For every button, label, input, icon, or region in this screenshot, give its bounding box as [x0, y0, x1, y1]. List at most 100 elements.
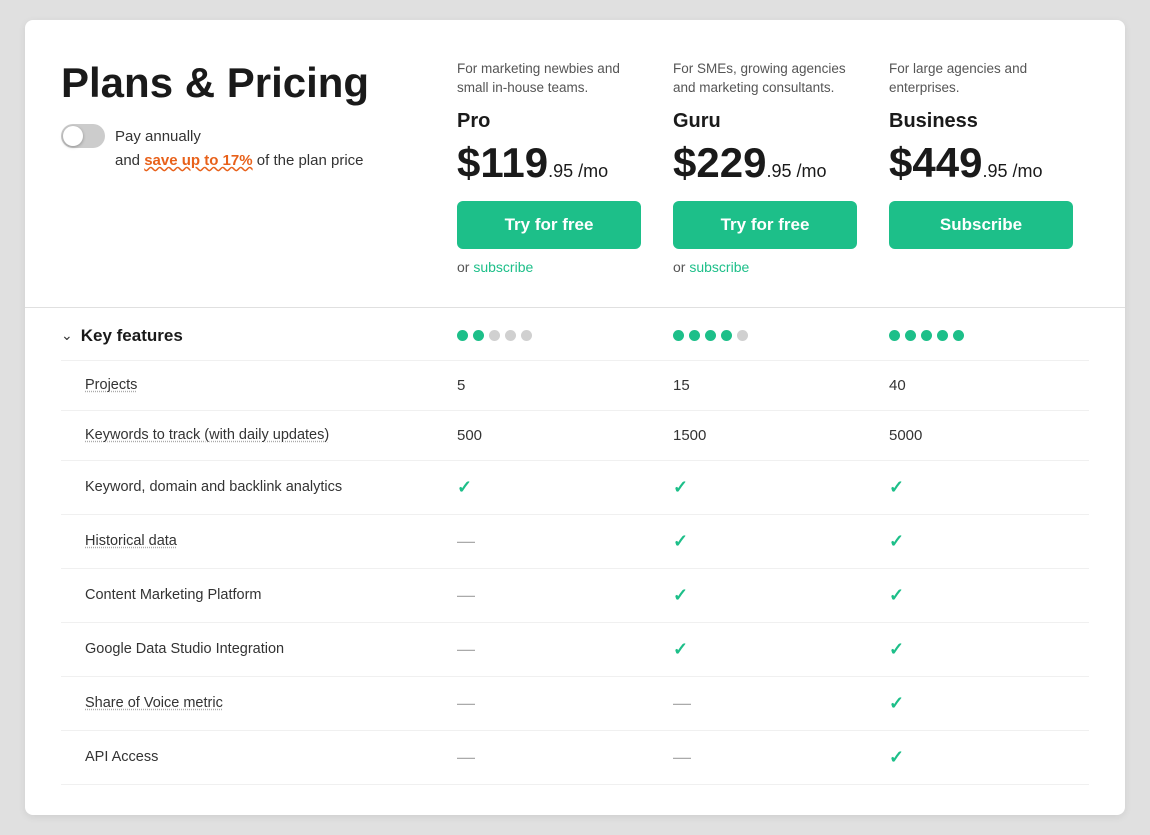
pro-name: Pro [457, 110, 641, 133]
filled-dot [705, 330, 716, 341]
business-price: $449.95 /mo [889, 139, 1073, 187]
toggle-knob [63, 126, 83, 146]
feature-val-pro: — [441, 693, 657, 714]
dash-icon: — [673, 747, 691, 767]
filled-dot [921, 330, 932, 341]
section-left: ⌄ Key features [61, 326, 441, 346]
feature-row: Content Marketing Platform—✓✓ [61, 569, 1089, 623]
feature-label: Keyword, domain and backlink analytics [61, 479, 441, 495]
feature-label: Share of Voice metric [61, 695, 441, 711]
filled-dot [457, 330, 468, 341]
feature-val-guru: ✓ [657, 477, 873, 498]
business-dots [873, 330, 1089, 341]
guru-price-main: $229 [673, 139, 766, 187]
section-title: Key features [81, 326, 183, 346]
guru-price: $229.95 /mo [673, 139, 857, 187]
filled-dot [889, 330, 900, 341]
feature-row: API Access——✓ [61, 731, 1089, 785]
feature-val-pro: — [441, 639, 657, 660]
feature-val-guru: ✓ [657, 639, 873, 660]
feature-val-pro: — [441, 585, 657, 606]
pro-tagline: For marketing newbies and small in-house… [457, 60, 641, 98]
dash-icon: — [457, 747, 475, 767]
empty-dot [737, 330, 748, 341]
filled-dot [673, 330, 684, 341]
business-name: Business [889, 110, 1073, 133]
check-icon: ✓ [673, 477, 688, 497]
empty-dot [505, 330, 516, 341]
filled-dot [473, 330, 484, 341]
guru-dots [657, 330, 873, 341]
dash-icon: — [673, 693, 691, 713]
check-icon: ✓ [889, 531, 904, 551]
filled-dot [905, 330, 916, 341]
dash-icon: — [457, 585, 475, 605]
pro-subscribe-link[interactable]: subscribe [473, 259, 533, 275]
plan-col-guru: For SMEs, growing agencies and marketing… [657, 60, 873, 275]
business-price-cents: .95 /mo [982, 161, 1042, 182]
pricing-card: Plans & Pricing Pay annually and save up… [25, 20, 1125, 815]
check-icon: ✓ [889, 477, 904, 497]
dash-icon: — [457, 693, 475, 713]
guru-subscribe-link[interactable]: subscribe [689, 259, 749, 275]
empty-dot [489, 330, 500, 341]
feature-val-business: 5000 [873, 427, 1089, 444]
feature-row: Projects51540 [61, 361, 1089, 411]
feature-row: Share of Voice metric — — ✓ [61, 677, 1089, 731]
feature-row: Historical data—✓✓ [61, 515, 1089, 569]
feature-row: Keywords to track (with daily updates)50… [61, 411, 1089, 461]
feature-val-pro: — [441, 747, 657, 768]
empty-dot [521, 330, 532, 341]
feature-val-pro: 500 [441, 427, 657, 444]
feature-val-business: ✓ [873, 693, 1089, 714]
feature-val-pro: ✓ [441, 477, 657, 498]
feature-val-guru: 1500 [657, 427, 873, 444]
feature-rows: Projects51540Keywords to track (with dai… [61, 361, 1089, 785]
page-title: Plans & Pricing [61, 60, 441, 106]
business-tagline: For large agencies and enterprises. [889, 60, 1073, 98]
feature-val-business: ✓ [873, 747, 1089, 768]
guru-or-subscribe: or subscribe [673, 259, 857, 275]
check-icon: ✓ [457, 477, 472, 497]
pro-price-main: $119 [457, 139, 548, 187]
pro-cta-button[interactable]: Try for free [457, 201, 641, 249]
filled-dot [721, 330, 732, 341]
save-text: and save up to 17% of the plan price [61, 152, 441, 169]
billing-toggle[interactable] [61, 124, 105, 148]
chevron-icon[interactable]: ⌄ [61, 327, 73, 344]
key-features-header-row: ⌄ Key features [61, 308, 1089, 361]
feature-val-guru: ✓ [657, 585, 873, 606]
feature-label: Google Data Studio Integration [61, 641, 441, 657]
business-cta-button[interactable]: Subscribe [889, 201, 1073, 249]
feature-val-guru: ✓ [657, 531, 873, 552]
guru-cta-button[interactable]: Try for free [673, 201, 857, 249]
check-icon: ✓ [889, 693, 904, 713]
check-icon: ✓ [889, 639, 904, 659]
guru-price-cents: .95 /mo [766, 161, 826, 182]
feature-row: Keyword, domain and backlink analytics ✓ ✓… [61, 461, 1089, 515]
check-icon: ✓ [889, 747, 904, 767]
filled-dot [953, 330, 964, 341]
pro-price: $119.95 /mo [457, 139, 641, 187]
feature-label: Projects [61, 377, 441, 393]
header-left: Plans & Pricing Pay annually and save up… [61, 60, 441, 169]
pro-dots [441, 330, 657, 341]
features-section: ⌄ Key features Projects51540Keywords to … [61, 308, 1089, 785]
feature-val-business: ✓ [873, 531, 1089, 552]
dash-icon: — [457, 639, 475, 659]
feature-row: Google Data Studio Integration — ✓ ✓ [61, 623, 1089, 677]
check-icon: ✓ [673, 531, 688, 551]
feature-val-guru: 15 [657, 377, 873, 394]
guru-tagline: For SMEs, growing agencies and marketing… [673, 60, 857, 98]
plan-col-pro: For marketing newbies and small in-house… [441, 60, 657, 275]
feature-val-business: ✓ [873, 477, 1089, 498]
save-suffix: of the plan price [253, 152, 364, 169]
feature-val-guru: — [657, 747, 873, 768]
header-section: Plans & Pricing Pay annually and save up… [61, 60, 1089, 275]
plans-header: For marketing newbies and small in-house… [441, 60, 1089, 275]
pro-or-subscribe: or subscribe [457, 259, 641, 275]
feature-val-guru: — [657, 693, 873, 714]
feature-label: Keywords to track (with daily updates) [61, 427, 441, 443]
business-price-main: $449 [889, 139, 982, 187]
save-highlight: save up to 17% [144, 152, 252, 169]
